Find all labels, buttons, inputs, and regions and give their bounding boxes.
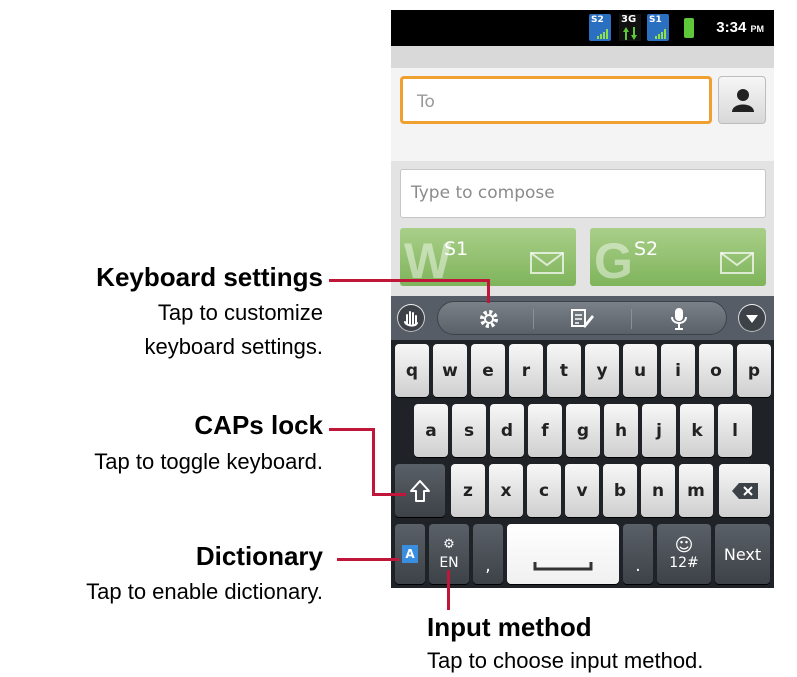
chevron-down-icon [739,305,765,331]
key-k[interactable]: k [680,404,714,457]
key-h[interactable]: h [604,404,638,457]
comma-key[interactable]: , [473,524,503,584]
language-label: EN [439,554,459,571]
person-icon [732,89,754,112]
key-y[interactable]: y [585,344,619,397]
hand-icon [398,305,424,331]
dictionary-toggle-key[interactable]: A [395,524,425,584]
keyboard-settings-title: Keyboard settings [96,262,323,292]
key-r[interactable]: r [509,344,543,397]
caps-lock-desc: Tap to toggle keyboard. [94,449,323,474]
key-w[interactable]: w [433,344,467,397]
gear-icon: ⚙ [443,536,455,552]
hide-keyboard-button[interactable] [738,304,766,332]
callout-line [447,570,450,610]
callout-line [372,428,375,496]
input-method-desc: Tap to choose input method. [427,648,704,673]
symbols-key[interactable]: ☺ 12# [657,524,711,584]
soft-keyboard: q w e r t y u i o p a s d f g h j k l z … [391,340,774,588]
keyboard-settings-desc-2: keyboard settings. [144,334,323,359]
edit-text-icon[interactable] [571,308,595,330]
key-x[interactable]: x [489,464,523,517]
key-l[interactable]: l [718,404,752,457]
battery-icon [684,18,694,38]
key-t[interactable]: t [547,344,581,397]
shift-key[interactable] [395,464,445,517]
key-o[interactable]: o [699,344,733,397]
space-bar-icon [533,562,593,571]
handwriting-button[interactable] [397,304,425,332]
key-b[interactable]: b [603,464,637,517]
shift-arrow-icon [410,479,430,502]
phone-screen: S2 3G S1 3:34 PM To Type to compose W S1… [391,10,774,588]
key-i[interactable]: i [661,344,695,397]
dictionary-title: Dictionary [195,541,323,571]
header-band [391,46,774,68]
key-n[interactable]: n [641,464,675,517]
key-a[interactable]: a [414,404,448,457]
key-v[interactable]: v [565,464,599,517]
key-m[interactable]: m [679,464,713,517]
callout-line [329,428,375,431]
status-bar: S2 3G S1 3:34 PM [391,10,774,46]
keyboard-settings-desc-1: Tap to customize [157,300,323,325]
callout-line [329,279,489,282]
microphone-icon[interactable] [670,307,688,331]
compose-message-input[interactable]: Type to compose [400,169,766,218]
smiley-icon: ☺ [674,535,694,556]
key-s[interactable]: s [452,404,486,457]
keyboard-settings-gear-icon[interactable] [478,308,500,330]
key-c[interactable]: c [527,464,561,517]
input-method-title: Input method [427,612,592,642]
sim2-signal-icon: S1 [647,14,669,41]
key-j[interactable]: j [642,404,676,457]
dictionary-desc: Tap to enable dictionary. [86,579,323,604]
contact-picker-button[interactable] [718,76,766,124]
next-key[interactable]: Next [715,524,770,584]
key-z[interactable]: z [451,464,485,517]
envelope-icon [720,252,754,274]
caps-lock-title: CAPs lock [194,410,323,440]
send-sim2-button[interactable]: G S2 [590,228,766,286]
backspace-icon [731,482,758,499]
data-3g-icon: 3G [619,14,641,41]
space-key[interactable] [507,524,619,584]
backspace-key[interactable] [719,464,770,517]
sim1-signal-icon: S2 [589,14,611,41]
key-q[interactable]: q [395,344,429,397]
to-input[interactable]: To [400,76,712,124]
callout-line [487,279,490,303]
key-f[interactable]: f [528,404,562,457]
key-g[interactable]: g [566,404,600,457]
key-u[interactable]: u [623,344,657,397]
key-e[interactable]: e [471,344,505,397]
keyboard-toolbar [391,296,774,340]
send-sim1-button[interactable]: W S1 [400,228,576,286]
callout-line [372,493,406,496]
symbols-label: 12# [669,555,699,571]
key-p[interactable]: p [737,344,771,397]
keyboard-options-bar [437,301,727,335]
envelope-icon [530,252,564,274]
status-clock: 3:34 PM [716,19,764,36]
callout-line [337,558,399,561]
period-key[interactable]: . [623,524,653,584]
key-d[interactable]: d [490,404,524,457]
dictionary-icon: A [402,545,418,563]
